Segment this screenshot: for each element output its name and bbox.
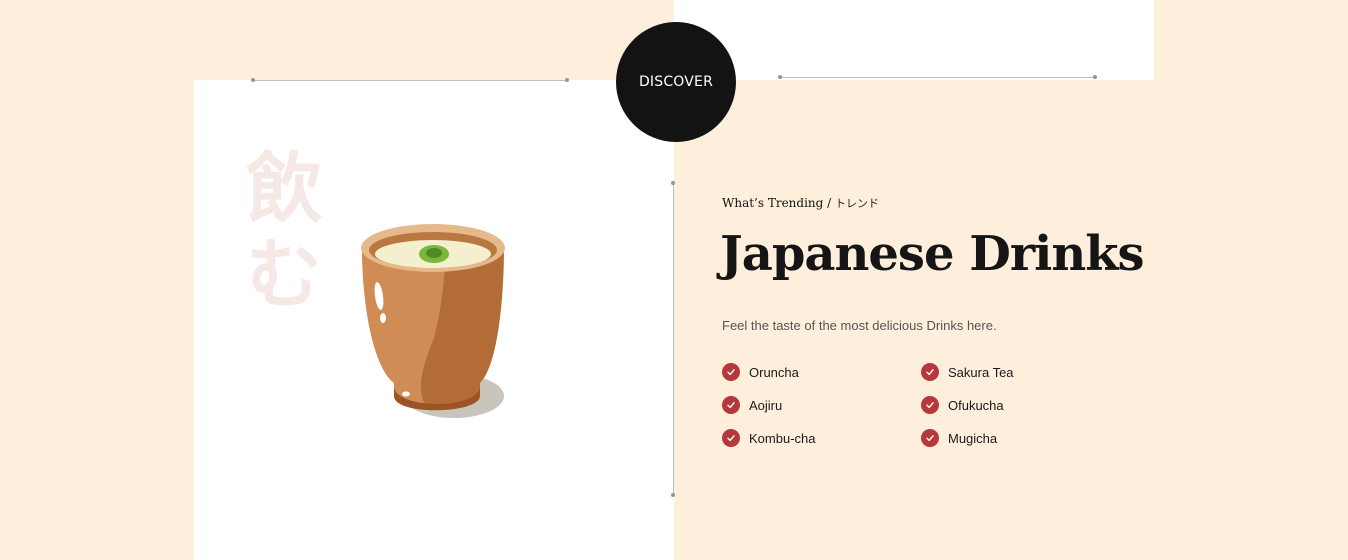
check-icon: [722, 429, 740, 447]
list-item-label: Mugicha: [948, 430, 998, 446]
check-icon: [921, 396, 939, 414]
list-item: Ofukucha: [921, 396, 1004, 414]
list-item: Oruncha: [722, 363, 799, 381]
eyebrow-text: What’s Trending: [722, 196, 824, 210]
list-item-label: Kombu-cha: [749, 430, 816, 446]
page-subtitle: Feel the taste of the most delicious Dri…: [722, 318, 997, 333]
list-item: Aojiru: [722, 396, 782, 414]
list-item-label: Ofukucha: [948, 397, 1004, 413]
kanji-watermark: 飲 む: [246, 146, 336, 318]
divider-left: [251, 78, 569, 82]
page-title: Japanese Drinks: [720, 226, 1145, 282]
check-icon: [722, 363, 740, 381]
list-item: Sakura Tea: [921, 363, 1014, 381]
top-right-panel: [674, 0, 1154, 80]
check-icon: [722, 396, 740, 414]
divider-vertical: [671, 181, 675, 497]
check-icon: [921, 363, 939, 381]
discover-label: DISCOVER: [638, 74, 714, 90]
kanji-line-1: 飲: [246, 144, 322, 233]
discover-button[interactable]: DISCOVER: [616, 22, 736, 142]
list-item-label: Aojiru: [749, 397, 783, 413]
eyebrow-separator: /: [823, 196, 835, 210]
list-item-label: Sakura Tea: [948, 364, 1014, 380]
list-item: Mugicha: [921, 429, 997, 447]
divider-right: [778, 75, 1097, 79]
eyebrow-label: What’s Trending / トレンド: [722, 195, 879, 211]
tea-cup-illustration: [361, 224, 505, 418]
check-icon: [921, 429, 939, 447]
eyebrow-jp: トレンド: [835, 197, 879, 210]
list-item-label: Oruncha: [749, 364, 799, 380]
kanji-line-2: む: [246, 230, 322, 319]
list-item: Kombu-cha: [722, 429, 815, 447]
